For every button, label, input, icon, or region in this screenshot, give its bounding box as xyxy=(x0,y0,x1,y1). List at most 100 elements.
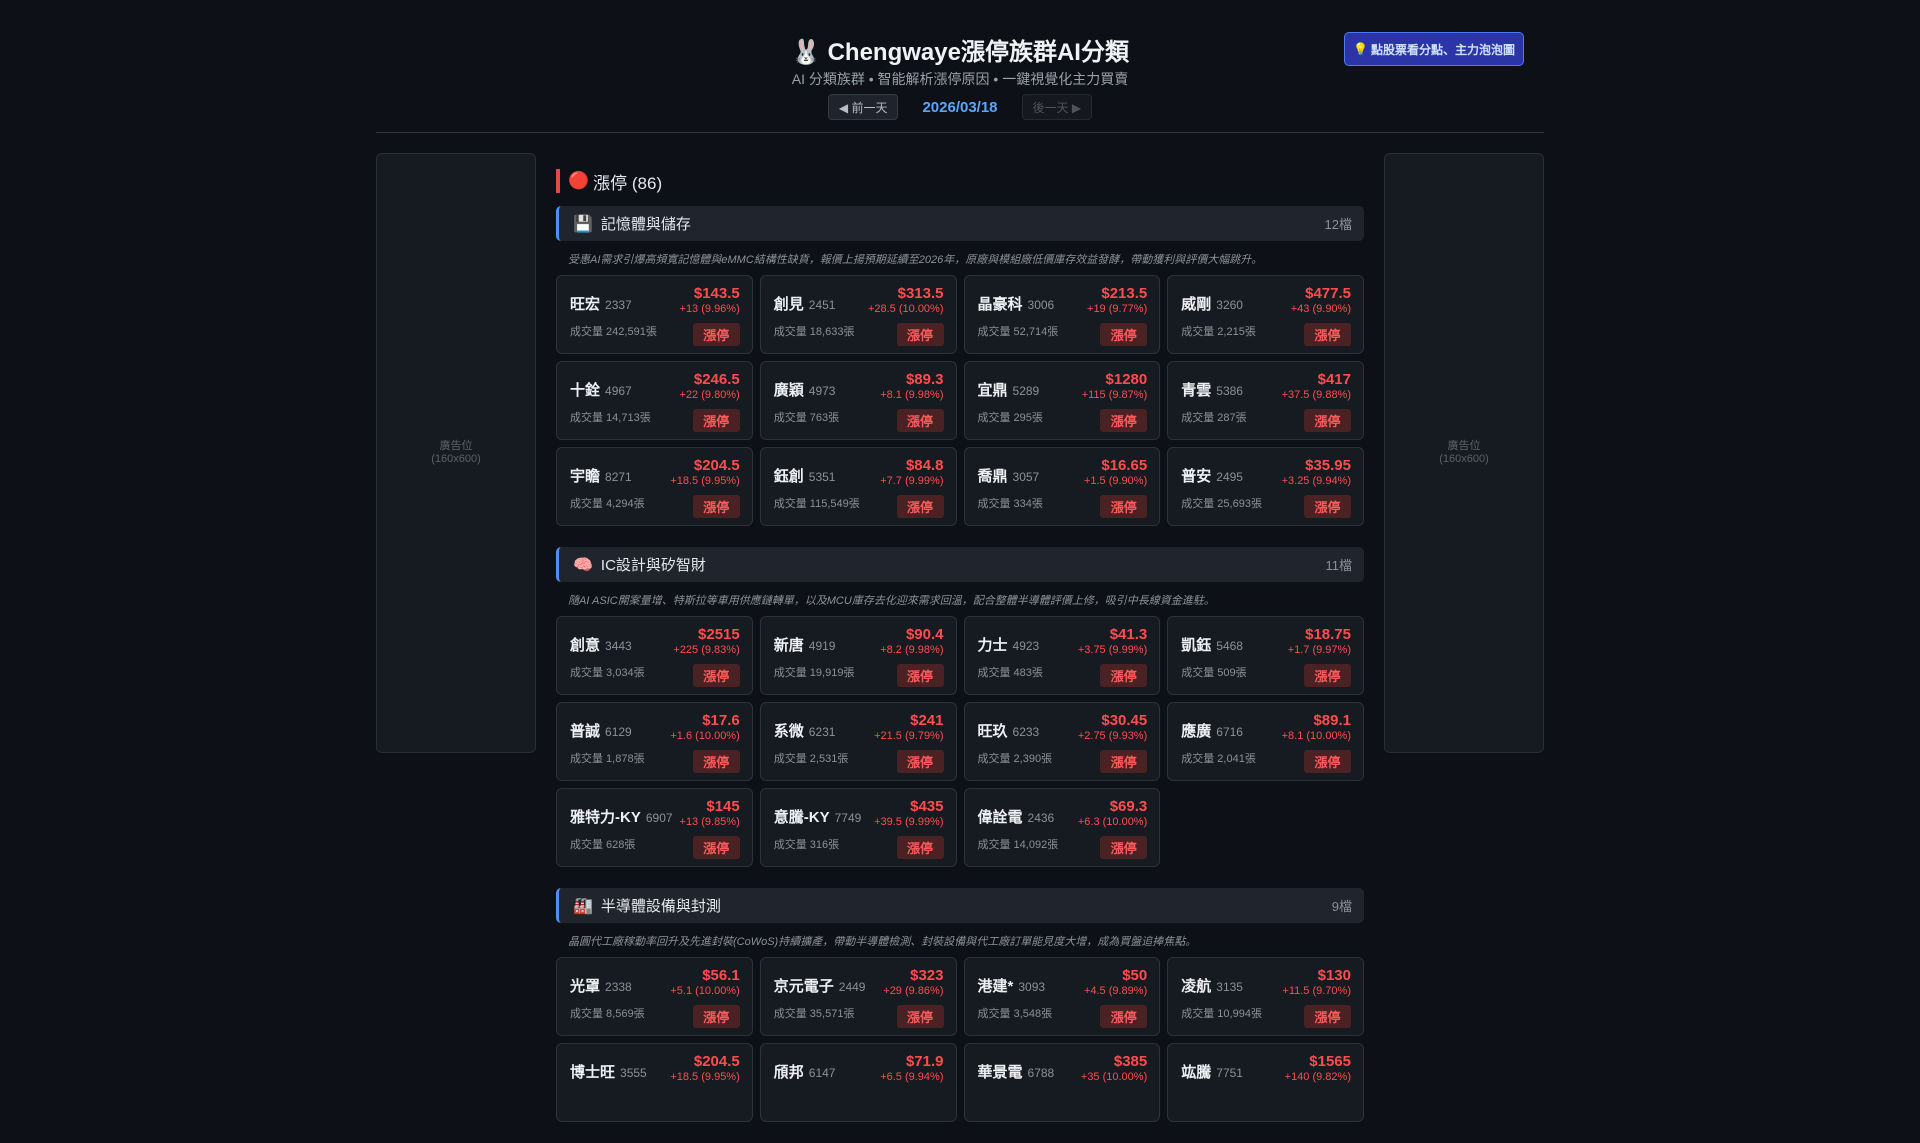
next-day-button[interactable]: 後一天 ▶ xyxy=(1021,94,1093,120)
category-header[interactable]: 🧠 IC設計與矽智財 11檔 xyxy=(556,547,1364,582)
stock-volume: 成交量 287張 xyxy=(1181,412,1247,424)
stock-code: 6231 xyxy=(808,725,836,739)
stock-price: $435 xyxy=(910,798,944,815)
stock-card[interactable]: 光罩 2338 $56.1 +5.1 (10.00%) 成交量 8,569張 漲停 xyxy=(556,957,753,1036)
stock-code: 7749 xyxy=(834,811,862,825)
stock-volume: 成交量 115,549張 xyxy=(773,498,860,510)
stock-change: +6.5 (9.94%) xyxy=(880,1071,944,1083)
stock-card[interactable]: 頎邦 6147 $71.9 +6.5 (9.94%) xyxy=(759,1043,957,1122)
stock-card[interactable]: 竑騰 7751 $1565 +140 (9.82%) xyxy=(1167,1043,1364,1122)
stock-card[interactable]: 凱鈺 5468 $18.75 +1.7 (9.97%) 成交量 509張 漲停 xyxy=(1167,616,1364,695)
stock-card[interactable]: 宇瞻 8271 $204.5 +18.5 (9.95%) 成交量 4,294張 漲停 xyxy=(556,447,753,526)
stock-change: +115 (9.87%) xyxy=(1081,389,1148,401)
bubble-chart-tip-button[interactable]: 💡 點股票看分點、主力泡泡圖 xyxy=(1344,32,1524,66)
left-ad-slot[interactable]: 廣告位 (160x600) xyxy=(376,153,536,753)
stock-card[interactable]: 京元電子 2449 $323 +29 (9.86%) 成交量 35,571張 漲停 xyxy=(759,957,957,1036)
stock-card[interactable]: 喬鼎 3057 $16.65 +1.5 (9.90%) 成交量 334張 漲停 xyxy=(963,447,1161,526)
stock-name: 廣穎 4973 xyxy=(773,382,836,399)
stock-volume: 成交量 18,633張 xyxy=(773,326,855,338)
stock-card[interactable]: 博士旺 3555 $204.5 +18.5 (9.95%) xyxy=(556,1043,753,1122)
limit-up-badge: 漲停 xyxy=(692,495,740,518)
stock-code: 6716 xyxy=(1216,725,1243,739)
stock-name: 雅特力-KY 6907 xyxy=(570,809,673,826)
limit-up-badge: 漲停 xyxy=(692,323,740,346)
stock-change: +39.5 (9.99%) xyxy=(874,816,944,828)
stock-card[interactable]: 凌航 3135 $130 +11.5 (9.70%) 成交量 10,994張 漲停 xyxy=(1167,957,1364,1036)
right-ad-slot[interactable]: 廣告位 (160x600) xyxy=(1384,153,1544,753)
stock-card[interactable]: 十銓 4967 $246.5 +22 (9.80%) 成交量 14,713張 漲停 xyxy=(556,361,753,440)
stock-name: 力士 4923 xyxy=(977,637,1040,654)
stock-price: $16.65 xyxy=(1101,457,1148,474)
stock-card[interactable]: 青雲 5386 $417 +37.5 (9.88%) 成交量 287張 漲停 xyxy=(1167,361,1364,440)
limit-up-badge: 漲停 xyxy=(896,750,944,773)
stock-price: $143.5 xyxy=(693,285,740,302)
stock-card[interactable]: 旺玖 6233 $30.45 +2.75 (9.93%) 成交量 2,390張 漲停 xyxy=(963,702,1161,781)
limit-up-badge: 漲停 xyxy=(1100,664,1148,687)
stock-card[interactable]: 港建* 3093 $50 +4.5 (9.89%) 成交量 3,548張 漲停 xyxy=(963,957,1161,1036)
stock-card[interactable]: 雅特力-KY 6907 $145 +13 (9.85%) 成交量 628張 漲停 xyxy=(556,788,753,867)
page-title: 🐰 Chengwaye漲停族群AI分類 xyxy=(0,32,1920,67)
stock-card[interactable]: 意騰-KY 7749 $435 +39.5 (9.99%) 成交量 316張 漲停 xyxy=(759,788,957,867)
stock-card[interactable]: 威剛 3260 $477.5 +43 (9.90%) 成交量 2,215張 漲停 xyxy=(1167,275,1364,354)
limit-up-badge: 漲停 xyxy=(692,664,740,687)
stock-code: 5468 xyxy=(1216,639,1243,653)
stock-volume: 成交量 4,294張 xyxy=(570,498,645,510)
stock-code: 2449 xyxy=(838,980,866,994)
stock-code: 7751 xyxy=(1216,1066,1243,1080)
stock-price: $17.6 xyxy=(702,712,740,729)
stock-price: $385 xyxy=(1113,1053,1148,1070)
main-content: 🔴 漲停 (86) 💾 記憶體與儲存 12檔 受惠AI需求引爆高頻寬記憶體與eMMC結構… xyxy=(556,169,1364,1143)
limit-up-badge: 漲停 xyxy=(692,409,740,432)
stock-card[interactable]: 華景電 6788 $385 +35 (10.00%) xyxy=(963,1043,1161,1122)
stock-name: 喬鼎 3057 xyxy=(977,468,1040,485)
ad-label: 廣告位 xyxy=(439,440,473,452)
stock-volume: 成交量 35,571張 xyxy=(773,1008,855,1020)
stock-card[interactable]: 力士 4923 $41.3 +3.75 (9.99%) 成交量 483張 漲停 xyxy=(963,616,1161,695)
stock-card[interactable]: 新唐 4919 $90.4 +8.2 (9.98%) 成交量 19,919張 漲停 xyxy=(759,616,957,695)
stock-code: 2338 xyxy=(605,980,632,994)
stock-change: +3.75 (9.99%) xyxy=(1077,644,1148,656)
stock-card[interactable]: 旺宏 2337 $143.5 +13 (9.96%) 成交量 242,591張 漲停 xyxy=(556,275,753,354)
stock-card[interactable]: 應廣 6716 $89.1 +8.1 (10.00%) 成交量 2,041張 漲停 xyxy=(1167,702,1364,781)
stock-card[interactable]: 晶豪科 3006 $213.5 +19 (9.77%) 成交量 52,714張 漲停 xyxy=(963,275,1161,354)
stock-card[interactable]: 宜鼎 5289 $1280 +115 (9.87%) 成交量 295張 漲停 xyxy=(963,361,1161,440)
stock-change: +13 (9.85%) xyxy=(679,816,740,828)
stock-code: 5351 xyxy=(808,470,836,484)
stock-code: 3443 xyxy=(605,639,632,653)
stock-price: $313.5 xyxy=(897,285,944,302)
stock-change: +225 (9.83%) xyxy=(673,644,740,656)
stock-volume: 成交量 763張 xyxy=(773,412,840,424)
stock-volume: 成交量 10,994張 xyxy=(1181,1008,1262,1020)
stock-change: +5.1 (10.00%) xyxy=(670,985,740,997)
stock-card[interactable]: 廣穎 4973 $89.3 +8.1 (9.98%) 成交量 763張 漲停 xyxy=(759,361,957,440)
stock-change: +18.5 (9.95%) xyxy=(670,1071,740,1083)
stock-price: $241 xyxy=(910,712,944,729)
stock-name: 凌航 3135 xyxy=(1181,978,1243,995)
prev-day-button[interactable]: ◀ 前一天 xyxy=(827,94,899,120)
stock-card[interactable]: 普安 2495 $35.95 +3.25 (9.94%) 成交量 25,693張 漲停 xyxy=(1167,447,1364,526)
stock-card[interactable]: 偉詮電 2436 $69.3 +6.3 (10.00%) 成交量 14,092張 漲停 xyxy=(963,788,1161,867)
stock-card[interactable]: 創意 3443 $2515 +225 (9.83%) 成交量 3,034張 漲停 xyxy=(556,616,753,695)
stock-name: 威剛 3260 xyxy=(1181,296,1243,313)
stock-card[interactable]: 普誠 6129 $17.6 +1.6 (10.00%) 成交量 1,878張 漲停 xyxy=(556,702,753,781)
limit-up-badge: 漲停 xyxy=(1304,495,1351,518)
stock-code: 6907 xyxy=(645,811,673,825)
stock-change: +37.5 (9.88%) xyxy=(1281,389,1351,401)
stock-code: 4973 xyxy=(808,384,836,398)
category-header[interactable]: 🏭 半導體設備與封測 9檔 xyxy=(556,888,1364,923)
stock-name: 應廣 6716 xyxy=(1181,723,1243,740)
stock-card[interactable]: 系微 6231 $241 +21.5 (9.79%) 成交量 2,531張 漲停 xyxy=(759,702,957,781)
limit-up-badge: 漲停 xyxy=(896,323,944,346)
category-count: 9檔 xyxy=(1331,899,1352,914)
stock-card[interactable]: 創見 2451 $313.5 +28.5 (10.00%) 成交量 18,633張 漲停 xyxy=(759,275,957,354)
stock-name: 旺宏 2337 xyxy=(570,296,632,313)
stock-change: +29 (9.86%) xyxy=(883,985,944,997)
stock-code: 4967 xyxy=(605,384,632,398)
category-header[interactable]: 💾 記憶體與儲存 12檔 xyxy=(556,206,1364,241)
stock-change: +28.5 (10.00%) xyxy=(867,303,944,315)
limit-up-badge: 漲停 xyxy=(692,836,740,859)
stock-code: 2337 xyxy=(605,298,632,312)
limit-up-badge: 漲停 xyxy=(896,1005,944,1028)
stock-price: $18.75 xyxy=(1305,626,1351,643)
stock-card[interactable]: 鈺創 5351 $84.8 +7.7 (9.99%) 成交量 115,549張 漲停 xyxy=(759,447,957,526)
